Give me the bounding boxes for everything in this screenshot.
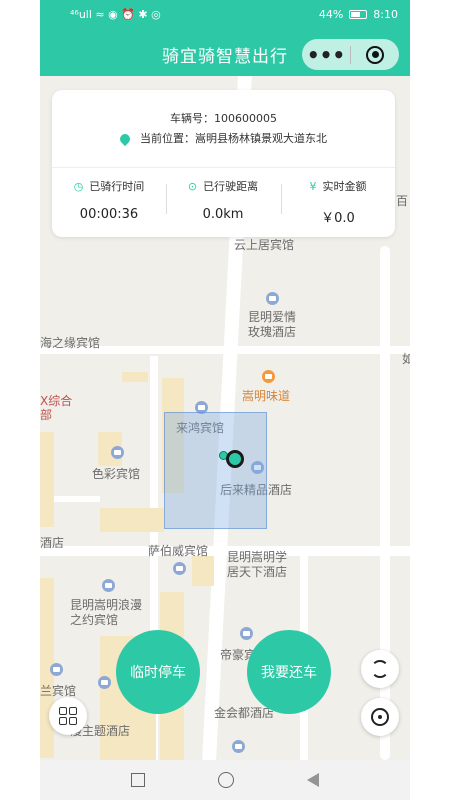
poi-label: 昆明嵩明浪漫 之约宾馆 <box>70 598 143 627</box>
frame-right <box>410 0 450 800</box>
poi-label: 云上居宾馆 <box>234 238 295 252</box>
stat-value: ￥0.0 <box>321 211 355 226</box>
miniapp-capsule: ••• <box>302 39 399 70</box>
poi-label: 如 <box>402 352 410 366</box>
stat-ride-time: ◷ 已骑行时间 00:00:36 <box>52 178 166 222</box>
battery-percent: 44% <box>318 7 344 21</box>
battery-icon <box>349 9 368 19</box>
hotel-icon <box>111 446 124 459</box>
signal-icons: ⁴⁶ull ≈ ◉ ⏰ ✱ ◎ <box>70 7 161 21</box>
hotel-icon <box>102 579 115 592</box>
status-bar: ⁴⁶ull ≈ ◉ ⏰ ✱ ◎ 44% 8:10 <box>40 0 410 28</box>
stat-label: 已骑行时间 <box>89 180 145 193</box>
stat-label: 已行驶距离 <box>203 180 259 193</box>
stat-label: 实时金额 <box>322 180 367 193</box>
building-block <box>100 508 164 532</box>
clock-icon: ◷ <box>73 180 84 193</box>
poi-label: 海之缘宾馆 <box>40 336 101 350</box>
building-block <box>122 372 148 382</box>
bike-marker[interactable] <box>226 450 244 468</box>
status-time: 8:10 <box>373 7 398 21</box>
status-icons: ⁴⁶ull ≈ ◉ ⏰ ✱ ◎ <box>70 8 161 21</box>
more-dots-icon[interactable]: ••• <box>302 45 350 65</box>
hotel-icon <box>98 676 111 689</box>
hotel-icon <box>50 663 63 676</box>
current-location: 当前位置：嵩明县杨林镇景观大道东北 <box>140 132 327 145</box>
parking-area <box>164 412 267 529</box>
locate-button[interactable] <box>361 698 399 736</box>
status-right: 44% 8:10 <box>319 8 398 21</box>
poi-label: 嵩明味道 <box>242 389 291 403</box>
hotel-icon <box>266 292 279 305</box>
back-icon[interactable] <box>306 773 319 787</box>
home-icon[interactable] <box>217 772 234 788</box>
hotel-icon <box>232 740 245 753</box>
poi-label: 萨伯威宾馆 <box>148 544 209 558</box>
location-icon: ⊙ <box>187 180 198 193</box>
building-block <box>40 432 54 527</box>
recent-apps-icon[interactable] <box>131 773 146 787</box>
refresh-button[interactable] <box>361 650 399 688</box>
target-icon <box>366 45 384 64</box>
frame-left <box>0 0 40 800</box>
stat-value: 00:00:36 <box>79 207 139 222</box>
hotel-icon <box>240 627 253 640</box>
building-block <box>192 556 214 586</box>
poi-label: 酒店 <box>40 536 65 550</box>
poi-label: 百 <box>396 194 409 208</box>
location-pin-icon <box>117 131 133 147</box>
hotel-icon <box>173 562 186 575</box>
system-nav-bar <box>40 760 410 800</box>
ride-info-card: 车辆号：10060000​5 当前位置：嵩明县杨林镇景观大道东北 ◷ 已骑行时间 … <box>52 90 395 237</box>
poi-label: 色彩宾馆 <box>92 467 141 481</box>
return-bike-button[interactable]: 我要还车 <box>247 630 331 714</box>
current-location-row: 当前位置：嵩明县杨林镇景观大道东北 <box>52 130 395 147</box>
card-divider <box>52 167 395 168</box>
temp-park-button[interactable]: 临时停车 <box>116 630 200 714</box>
poi-label: X综合 部 <box>40 394 73 422</box>
refresh-icon <box>371 660 389 678</box>
food-icon <box>262 370 275 383</box>
stat-amount: ¥ 实时金额 ￥0.0 <box>281 178 395 226</box>
navbar: 骑宜骑智慧出行 ••• <box>40 28 410 76</box>
menu-grid-button[interactable] <box>49 697 87 735</box>
grid-icon <box>59 707 77 725</box>
road <box>40 546 410 556</box>
crosshair-icon <box>371 708 389 726</box>
yen-icon: ¥ <box>309 180 317 193</box>
poi-label: 昆明嵩明学 居天下酒店 <box>227 550 288 579</box>
vehicle-number: 车辆号：10060000​5 <box>170 112 277 125</box>
close-miniapp-button[interactable] <box>351 45 399 64</box>
stat-distance: ⊙ 已行驶距离 0.0km <box>166 178 280 222</box>
poi-label: 昆明爱情 玫瑰酒店 <box>248 310 297 339</box>
stat-value: 0.0km <box>202 207 244 222</box>
